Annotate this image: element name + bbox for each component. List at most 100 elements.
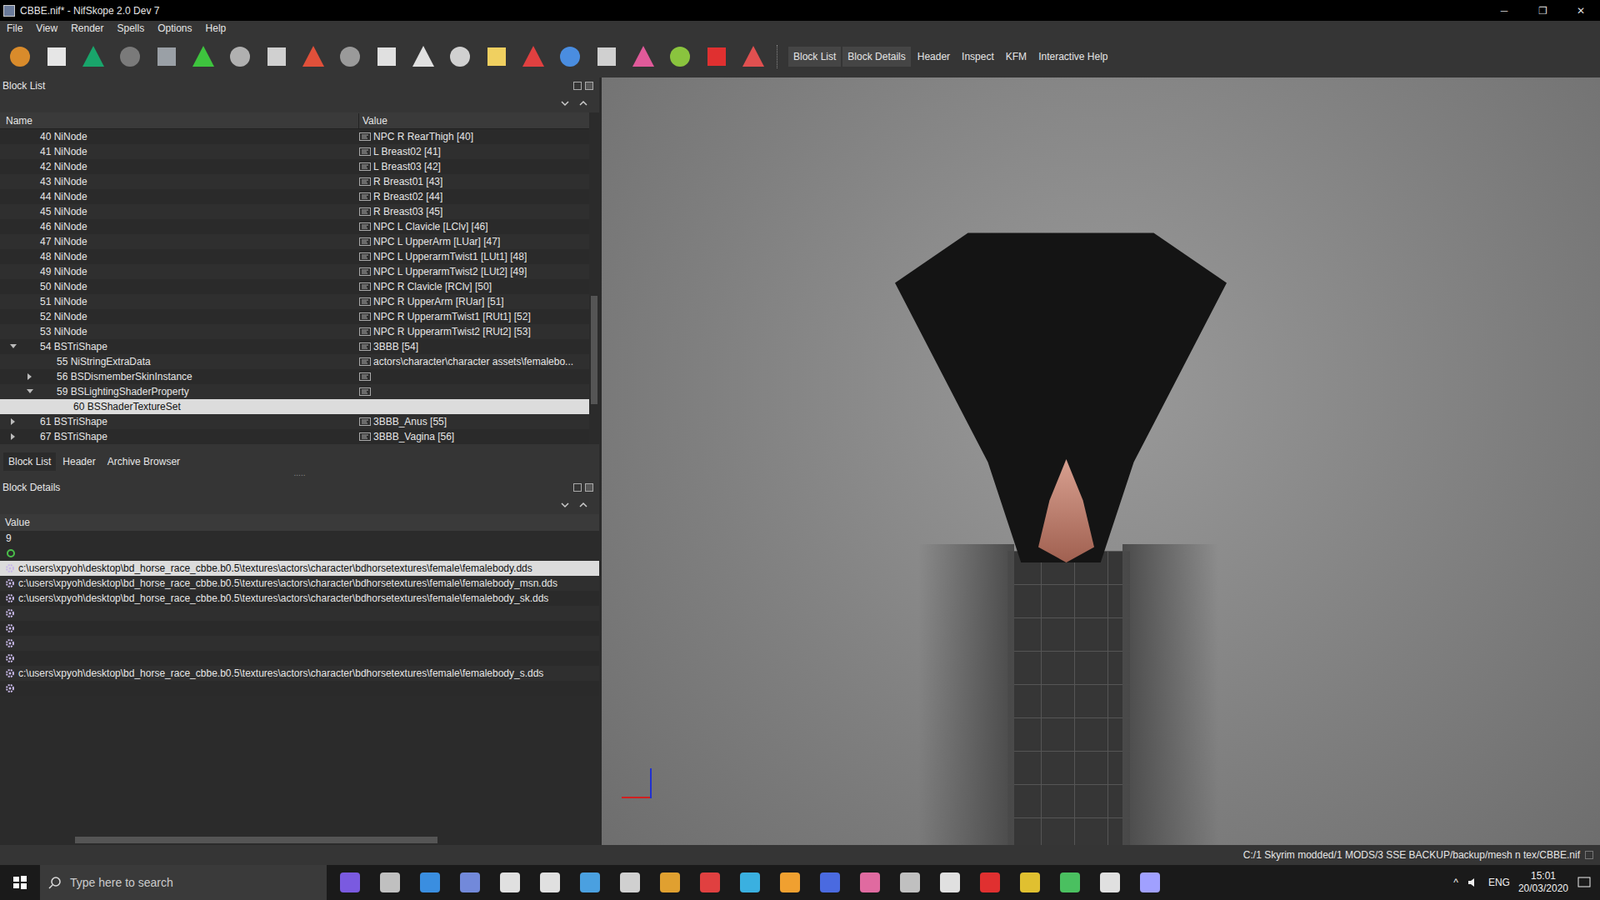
taskbar-app-icon[interactable] (620, 872, 640, 893)
block-row[interactable]: 67 BSTriShape3BBB_Vagina [56] (0, 429, 590, 445)
taskbar-app-icon[interactable] (1140, 872, 1160, 893)
texture-row[interactable] (0, 635, 600, 651)
taskbar-app-icon[interactable] (460, 872, 480, 893)
float-icon[interactable] (573, 81, 582, 90)
start-icon[interactable] (0, 865, 40, 900)
taskbar-app-icon[interactable] (1020, 872, 1040, 893)
tool-icon[interactable] (373, 43, 400, 70)
tool-icon[interactable] (190, 43, 217, 70)
tool-icon[interactable] (483, 43, 510, 70)
expand-all-icon[interactable] (579, 501, 588, 509)
expanded-arrow-icon[interactable] (5, 343, 22, 350)
tool-icon[interactable] (446, 43, 474, 70)
taskbar-app-icon[interactable] (340, 872, 360, 893)
texture-slot-icon[interactable] (5, 638, 15, 649)
horizontal-scrollbar[interactable] (0, 835, 600, 845)
menu-item[interactable]: Options (150, 20, 199, 36)
vertical-scrollbar[interactable] (589, 112, 600, 445)
block-row[interactable]: 45 NiNodeR Breast03 [45] (0, 204, 590, 220)
block-row[interactable]: 54 BSTriShape3BBB [54] (0, 339, 590, 355)
taskbar-app-icon[interactable] (420, 872, 440, 893)
taskbar-app-icon[interactable] (380, 872, 400, 893)
window-control[interactable]: ✕ (1561, 0, 1600, 21)
texture-row[interactable] (0, 620, 600, 636)
block-row[interactable]: 46 NiNodeNPC L Clavicle [LClv] [46] (0, 219, 590, 235)
tool-icon[interactable] (593, 43, 620, 70)
clock[interactable]: 15:0120/03/2020 (1518, 870, 1569, 895)
block-row[interactable]: 61 BSTriShape3BBB_Anus [55] (0, 414, 590, 430)
block-row[interactable]: 55 NiStringExtraDataactors\character\cha… (0, 354, 590, 370)
tool-icon[interactable] (410, 43, 437, 70)
tool-icon[interactable] (116, 43, 144, 70)
tool-icon[interactable] (153, 43, 180, 70)
collapsed-arrow-icon[interactable] (21, 373, 39, 380)
block-row[interactable]: 52 NiNodeNPC R UpperarmTwist1 [RUt1] [52… (0, 309, 590, 325)
scrollbar-thumb[interactable] (75, 836, 438, 844)
block-row[interactable]: 44 NiNodeR Breast02 [44] (0, 189, 590, 205)
texture-slot-icon[interactable] (5, 563, 15, 574)
render-viewport[interactable] (601, 77, 1600, 845)
texture-slot-icon[interactable] (5, 578, 15, 589)
block-row[interactable]: 48 NiNodeNPC L UpperarmTwist1 [LUt1] [48… (0, 249, 590, 265)
texture-row[interactable]: c:\users\xpyoh\desktop\bd_horse_race_cbb… (0, 560, 600, 576)
close-icon[interactable] (585, 81, 594, 90)
dock-toggle-button[interactable]: Inspect (956, 46, 1000, 67)
block-row[interactable]: 41 NiNodeL Breast02 [41] (0, 144, 590, 160)
resize-grip-icon[interactable] (1585, 850, 1594, 860)
tool-icon[interactable] (80, 43, 107, 70)
taskbar-app-icon[interactable] (780, 872, 800, 893)
texture-slot-icon[interactable] (5, 683, 15, 694)
menu-item[interactable]: File (0, 20, 30, 36)
block-row[interactable]: 42 NiNodeL Breast03 [42] (0, 159, 590, 175)
taskbar-app-icon[interactable] (1100, 872, 1120, 893)
tool-icon[interactable] (666, 43, 694, 70)
taskbar-app-icon[interactable] (860, 872, 880, 893)
menu-item[interactable]: Spells (110, 20, 152, 36)
column-value[interactable]: Value (359, 113, 391, 129)
texture-slot-icon[interactable] (5, 623, 15, 634)
collapsed-arrow-icon[interactable] (5, 433, 22, 440)
taskbar-app-icon[interactable] (500, 872, 520, 893)
block-row[interactable]: 60 BSShaderTextureSet (0, 399, 590, 415)
menu-item[interactable]: Render (64, 20, 110, 36)
collapse-all-icon[interactable] (560, 100, 570, 107)
texture-slot-icon[interactable] (5, 668, 15, 679)
texture-slot-icon[interactable] (5, 608, 15, 619)
tool-icon[interactable] (336, 43, 364, 70)
menu-item[interactable]: View (29, 20, 65, 36)
taskbar-app-icon[interactable] (540, 872, 560, 893)
texture-row[interactable] (0, 605, 600, 621)
dock-tab[interactable]: Header (57, 452, 100, 471)
close-icon[interactable] (585, 483, 594, 492)
block-row[interactable]: 56 BSDismemberSkinInstance (0, 369, 590, 385)
tool-icon[interactable] (520, 43, 547, 70)
float-icon[interactable] (573, 483, 582, 492)
block-row[interactable]: 51 NiNodeNPC R UpperArm [RUar] [51] (0, 294, 590, 310)
texture-row[interactable]: c:\users\xpyoh\desktop\bd_horse_race_cbb… (0, 590, 600, 606)
dock-toggle-button[interactable]: Block Details (842, 46, 910, 67)
tool-icon[interactable] (630, 43, 657, 70)
tray-arrow[interactable]: ^ (1453, 875, 1459, 890)
taskbar-app-icon[interactable] (900, 872, 920, 893)
tool-icon[interactable] (6, 43, 34, 70)
texture-slot-icon[interactable] (5, 653, 15, 664)
scrollbar-thumb[interactable] (590, 295, 598, 405)
tool-icon[interactable] (740, 43, 767, 70)
tool-icon[interactable] (703, 43, 730, 70)
column-name[interactable]: Name (0, 113, 360, 129)
taskbar-app-icon[interactable] (580, 872, 600, 893)
taskbar-app-icon[interactable] (700, 872, 720, 893)
taskbar-app-icon[interactable] (740, 872, 760, 893)
texture-row[interactable] (0, 650, 600, 666)
collapse-all-icon[interactable] (560, 501, 570, 509)
menu-item[interactable]: Help (199, 20, 234, 36)
splitter[interactable]: ..... (0, 470, 600, 480)
block-row[interactable]: 49 NiNodeNPC L UpperarmTwist2 [LUt2] [49… (0, 264, 590, 280)
block-row[interactable]: 59 BSLightingShaderProperty (0, 384, 590, 400)
expanded-arrow-icon[interactable] (21, 388, 39, 395)
dock-toggle-button[interactable]: KFM (1000, 46, 1032, 67)
texture-row[interactable]: c:\users\xpyoh\desktop\bd_horse_race_cbb… (0, 665, 600, 681)
window-control[interactable]: ─ (1485, 0, 1524, 21)
window-control[interactable]: ❐ (1523, 0, 1562, 21)
taskbar-app-icon[interactable] (660, 872, 680, 893)
